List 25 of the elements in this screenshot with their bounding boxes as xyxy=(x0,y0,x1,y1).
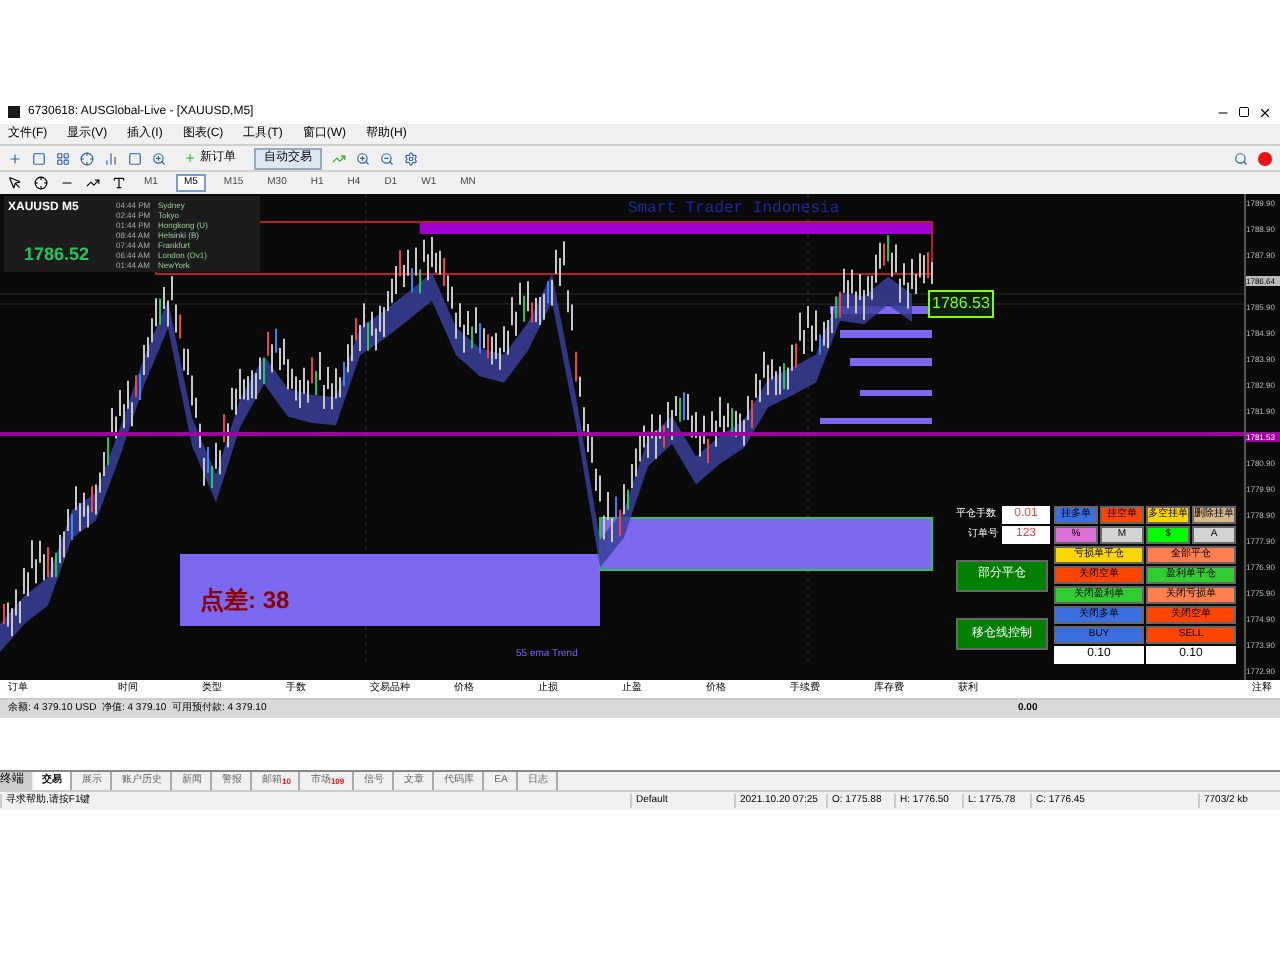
notification-icon[interactable] xyxy=(1258,151,1272,165)
toolbar-icon[interactable] xyxy=(128,151,142,165)
trendline-icon[interactable] xyxy=(86,176,100,190)
text-icon[interactable] xyxy=(112,176,126,190)
app-icon xyxy=(8,106,20,118)
toolbar-icon[interactable] xyxy=(104,151,118,165)
line-icon[interactable] xyxy=(60,176,74,190)
chart-icon[interactable] xyxy=(332,151,346,165)
watermark-text: Smart Trader Indonesia xyxy=(628,198,840,222)
price-tag: 1786.53 xyxy=(928,290,994,318)
zoom-out-icon[interactable] xyxy=(380,151,394,165)
cursor-icon[interactable] xyxy=(8,176,22,190)
zoom-in-icon[interactable] xyxy=(356,151,370,165)
plus-icon xyxy=(184,152,196,164)
toolbar-icon[interactable] xyxy=(56,151,70,165)
toolbar-icon[interactable] xyxy=(80,151,94,165)
maximize-icon[interactable] xyxy=(1238,106,1250,118)
crosshair-icon[interactable] xyxy=(34,176,48,190)
toolbar-icon[interactable] xyxy=(152,151,166,165)
spread-label: 点差: 38 xyxy=(200,584,290,618)
price-label: 1786.52 xyxy=(22,241,92,267)
toolbar-icon[interactable] xyxy=(32,151,46,165)
search-icon[interactable] xyxy=(1234,151,1248,165)
close-icon[interactable] xyxy=(1258,105,1272,119)
settings-icon[interactable] xyxy=(404,151,418,165)
